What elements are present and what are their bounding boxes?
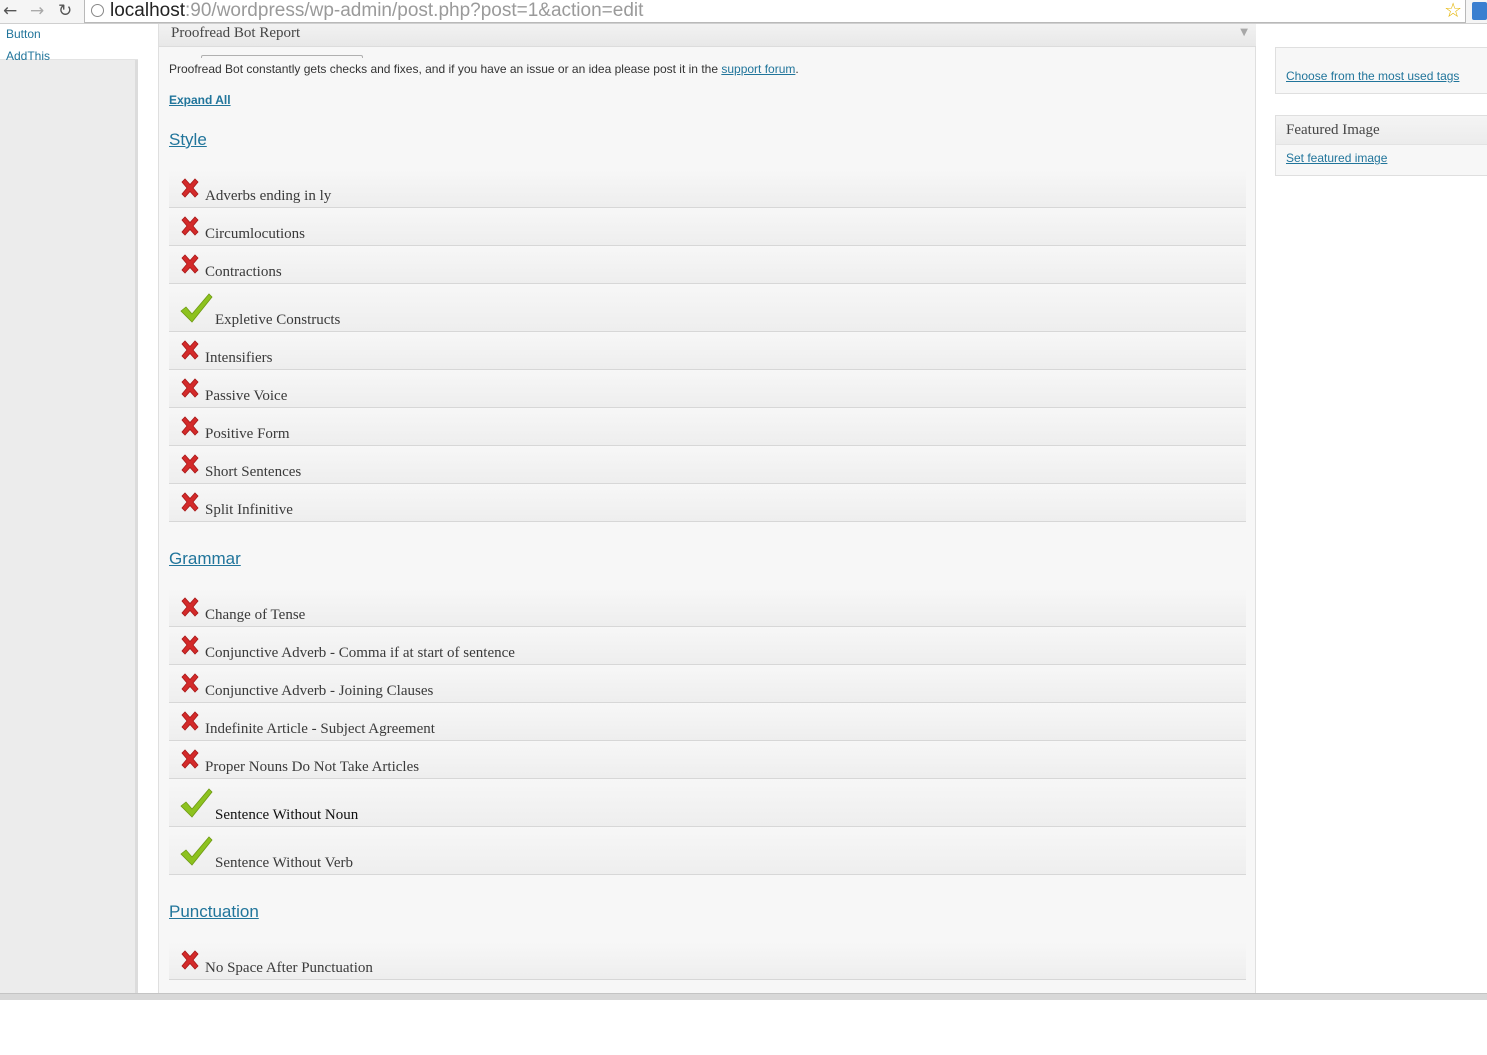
featured-image-title: Featured Image bbox=[1286, 122, 1380, 138]
check-row[interactable]: Split Infinitive bbox=[169, 484, 1246, 522]
featured-image-header[interactable]: Featured Image bbox=[1276, 116, 1487, 145]
check-label: Contractions bbox=[205, 264, 282, 280]
intro-end: . bbox=[795, 62, 799, 76]
tags-title-clipped bbox=[1288, 48, 1378, 54]
check-label: Passive Voice bbox=[205, 388, 288, 404]
proofread-report-panel: Proofread Bot Report ▼ Proofread Bot con… bbox=[158, 24, 1256, 994]
url-host: localhost bbox=[110, 0, 185, 21]
url-text[interactable]: localhost:90/wordpress/wp-admin/post.php… bbox=[110, 0, 643, 22]
expand-all-link[interactable]: Expand All bbox=[169, 93, 231, 107]
tab-edge bbox=[201, 55, 363, 58]
check-row[interactable]: Conjunctive Adverb - Joining Clauses bbox=[169, 665, 1246, 703]
cross-icon bbox=[179, 377, 201, 399]
support-forum-link[interactable]: support forum bbox=[721, 62, 795, 76]
cross-icon bbox=[179, 710, 201, 732]
cross-icon bbox=[179, 415, 201, 437]
check-label: Circumlocutions bbox=[205, 226, 305, 242]
cross-icon bbox=[179, 634, 201, 656]
extension-icon[interactable] bbox=[1472, 2, 1487, 20]
check-row[interactable]: Conjunctive Adverb - Comma if at start o… bbox=[169, 627, 1246, 665]
section-heading-style[interactable]: Style bbox=[169, 130, 207, 150]
most-used-tags-link[interactable]: Choose from the most used tags bbox=[1286, 69, 1459, 83]
address-bar[interactable]: localhost:90/wordpress/wp-admin/post.php… bbox=[84, 0, 1466, 23]
cross-icon bbox=[179, 596, 201, 618]
cross-icon bbox=[179, 748, 201, 770]
reload-icon[interactable]: ↻ bbox=[58, 1, 72, 21]
checkmark-icon bbox=[179, 291, 213, 325]
browser-toolbar: ← → ↻ localhost:90/wordpress/wp-admin/po… bbox=[0, 0, 1487, 24]
check-row[interactable]: Indefinite Article - Subject Agreement bbox=[169, 703, 1246, 741]
check-label: Intensifiers bbox=[205, 350, 273, 366]
check-row[interactable]: Positive Form bbox=[169, 408, 1246, 446]
check-row[interactable]: No Space After Punctuation bbox=[169, 942, 1246, 980]
check-row[interactable]: Short Sentences bbox=[169, 446, 1246, 484]
report-header[interactable]: Proofread Bot Report ▼ bbox=[159, 24, 1256, 47]
check-label: Indefinite Article - Subject Agreement bbox=[205, 721, 435, 737]
report-title: Proofread Bot Report bbox=[171, 25, 301, 41]
intro-text: Proofread Bot constantly gets checks and… bbox=[169, 62, 722, 76]
check-row[interactable]: Sentence Without Noun bbox=[169, 779, 1246, 827]
check-label: Sentence Without Verb bbox=[215, 855, 353, 871]
check-row[interactable]: Proper Nouns Do Not Take Articles bbox=[169, 741, 1246, 779]
cross-icon bbox=[179, 339, 201, 361]
set-featured-image-link[interactable]: Set featured image bbox=[1286, 151, 1387, 165]
post-tags-box: Choose from the most used tags bbox=[1275, 47, 1487, 94]
check-label: No Space After Punctuation bbox=[205, 960, 373, 976]
check-label: Positive Form bbox=[205, 426, 290, 442]
forward-arrow-icon[interactable]: → bbox=[30, 1, 44, 21]
check-row[interactable]: Circumlocutions bbox=[169, 208, 1246, 246]
page-footer-blank bbox=[0, 1000, 1487, 1055]
cross-icon bbox=[179, 949, 201, 971]
check-label: Conjunctive Adverb - Comma if at start o… bbox=[205, 645, 515, 661]
cross-icon bbox=[179, 253, 201, 275]
check-label: Proper Nouns Do Not Take Articles bbox=[205, 759, 420, 775]
check-row[interactable]: Intensifiers bbox=[169, 332, 1246, 370]
check-row[interactable]: Change of Tense bbox=[169, 589, 1246, 627]
checkmark-icon bbox=[179, 834, 213, 868]
check-label: Change of Tense bbox=[205, 607, 306, 623]
report-intro: Proofread Bot constantly gets checks and… bbox=[169, 62, 799, 76]
admin-menu-item-addthis[interactable]: AddThis bbox=[6, 49, 50, 63]
cross-icon bbox=[179, 215, 201, 237]
check-label: Conjunctive Adverb - Joining Clauses bbox=[205, 683, 434, 699]
section-heading-grammar[interactable]: Grammar bbox=[169, 549, 241, 569]
check-row[interactable]: Sentence Without Verb bbox=[169, 827, 1246, 875]
check-label: Sentence Without Noun bbox=[215, 807, 359, 823]
globe-icon bbox=[91, 4, 104, 17]
check-row[interactable]: Contractions bbox=[169, 246, 1246, 284]
admin-submenu: Button AddThis bbox=[0, 24, 138, 63]
cross-icon bbox=[179, 491, 201, 513]
url-path: :90/wordpress/wp-admin/post.php?post=1&a… bbox=[185, 0, 644, 21]
back-arrow-icon[interactable]: ← bbox=[3, 1, 17, 21]
check-row[interactable]: Passive Voice bbox=[169, 370, 1246, 408]
bookmark-star-icon[interactable]: ☆ bbox=[1444, 0, 1462, 21]
cross-icon bbox=[179, 177, 201, 199]
checkmark-icon bbox=[179, 786, 213, 820]
check-row[interactable]: Adverbs ending in ly bbox=[169, 170, 1246, 208]
admin-menu-item-button[interactable]: Button bbox=[6, 27, 41, 41]
check-label: Split Infinitive bbox=[205, 502, 293, 518]
collapse-toggle-icon[interactable]: ▼ bbox=[1240, 27, 1248, 38]
bottom-scroll-edge bbox=[0, 993, 1487, 1000]
check-label: Adverbs ending in ly bbox=[205, 188, 332, 204]
section-heading-punctuation[interactable]: Punctuation bbox=[169, 902, 259, 922]
cross-icon bbox=[179, 672, 201, 694]
check-label: Expletive Constructs bbox=[215, 312, 341, 328]
featured-image-box: Featured Image Set featured image bbox=[1275, 115, 1487, 176]
admin-sidebar: Button AddThis bbox=[0, 24, 138, 994]
cross-icon bbox=[179, 453, 201, 475]
check-label: Short Sentences bbox=[205, 464, 302, 480]
check-row[interactable]: Expletive Constructs bbox=[169, 284, 1246, 332]
